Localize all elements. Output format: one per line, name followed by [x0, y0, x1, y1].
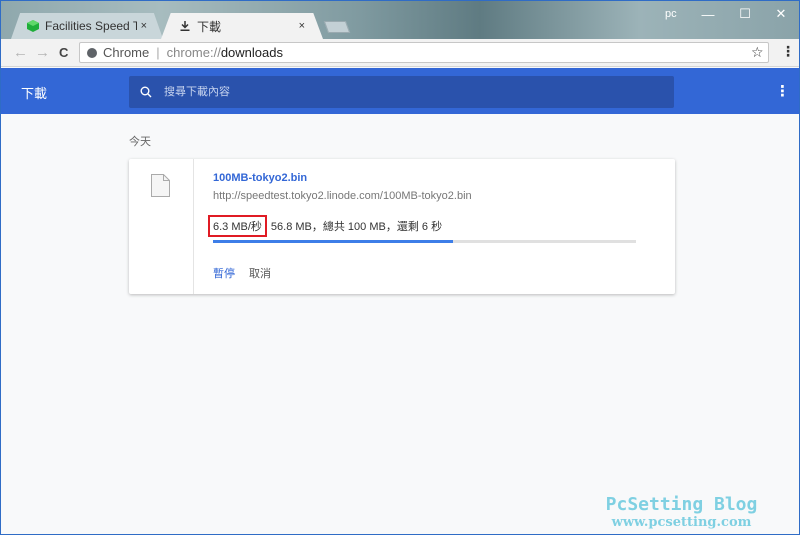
- green-cube-icon: [27, 20, 39, 32]
- pause-button[interactable]: 暫停: [213, 265, 235, 281]
- search-icon: [140, 86, 152, 98]
- back-button[interactable]: ←: [13, 44, 28, 62]
- forward-button[interactable]: →: [35, 44, 50, 62]
- tab-close-icon[interactable]: ×: [299, 20, 305, 32]
- search-input[interactable]: [164, 86, 644, 98]
- tab-title: 下載: [197, 19, 222, 34]
- reload-button[interactable]: C: [59, 44, 68, 62]
- chrome-page-icon: [87, 47, 97, 58]
- download-url[interactable]: http://speedtest.tokyo2.linode.com/100MB…: [213, 190, 472, 202]
- download-icon: [180, 21, 190, 31]
- more-actions-icon[interactable]: ⋮: [775, 82, 790, 100]
- close-window-button[interactable]: ✕: [766, 5, 796, 23]
- omnibox[interactable]: Chrome | chrome://downloads: [79, 42, 769, 63]
- file-icon-column: [129, 159, 194, 294]
- download-speed: 6.3 MB/秒: [208, 215, 267, 237]
- page-title: 下載: [21, 86, 48, 101]
- tab-speed-test[interactable]: Facilities Speed Test - Li ×: [11, 13, 163, 39]
- title-bar: Facilities Speed Test - Li × 下載 × pc — ☐…: [1, 1, 799, 39]
- maximize-button[interactable]: ☐: [730, 5, 760, 23]
- omnibox-url-host: chrome://: [166, 45, 221, 60]
- download-status: 6.3 MB/秒 56.8 MB，總共 100 MB，還剩 6 秒: [208, 215, 443, 237]
- file-icon: [151, 174, 170, 197]
- watermark-url: www.pcsetting.com: [611, 515, 752, 530]
- download-file-name[interactable]: 100MB-tokyo2.bin: [213, 172, 307, 184]
- search-box[interactable]: [129, 76, 674, 108]
- downloads-header: 下載 ⋮: [1, 68, 799, 114]
- bookmark-star-icon[interactable]: ☆: [751, 44, 764, 61]
- omnibox-separator: |: [156, 45, 160, 60]
- date-header: 今天: [129, 136, 151, 148]
- download-progress-text: 56.8 MB，總共 100 MB，還剩 6 秒: [270, 221, 443, 233]
- profile-name[interactable]: pc: [665, 8, 677, 20]
- watermark-title: PcSetting Blog: [605, 494, 758, 515]
- tab-downloads[interactable]: 下載 ×: [161, 13, 323, 39]
- watermark: PcSetting Blog www.pcsetting.com: [599, 494, 764, 530]
- download-actions: 暫停 取消: [213, 265, 271, 281]
- progress-fill: [213, 240, 454, 243]
- minimize-button[interactable]: —: [693, 5, 723, 23]
- download-item: 100MB-tokyo2.bin http://speedtest.tokyo2…: [129, 159, 675, 294]
- cancel-button[interactable]: 取消: [249, 265, 271, 281]
- omnibox-url-path: downloads: [220, 45, 283, 60]
- browser-window: Facilities Speed Test - Li × 下載 × pc — ☐…: [0, 0, 800, 535]
- omnibox-scheme: Chrome: [103, 45, 150, 60]
- download-progress-bar: [213, 240, 636, 243]
- tab-title: Facilities Speed Test - Li: [45, 19, 137, 33]
- new-tab-button[interactable]: [323, 21, 351, 33]
- tab-close-icon[interactable]: ×: [141, 20, 147, 32]
- browser-toolbar: ← → C Chrome | chrome://downloads ☆ ⋮: [1, 39, 799, 67]
- chrome-menu-icon[interactable]: ⋮: [781, 43, 795, 60]
